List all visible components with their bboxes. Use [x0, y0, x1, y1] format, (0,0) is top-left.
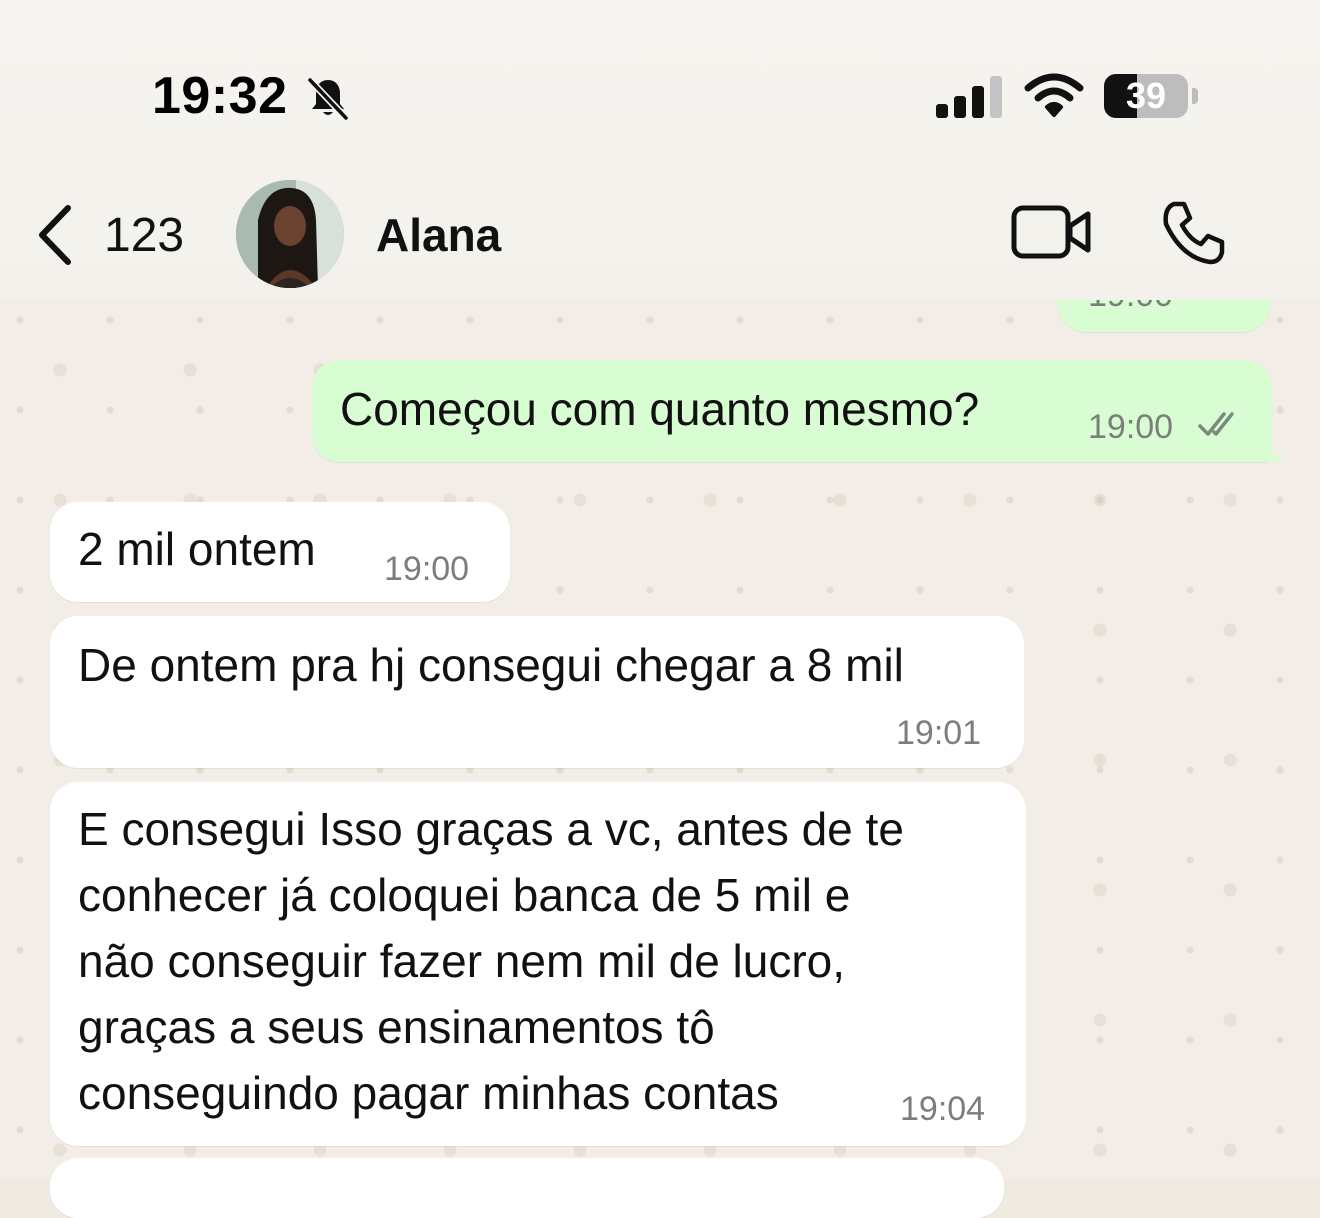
cellular-signal-icon [936, 76, 1002, 118]
battery-icon: 39 [1104, 74, 1198, 120]
message-bubble-outgoing[interactable]: Começou com quanto mesmo? 19:00 [312, 360, 1272, 462]
battery-level: 39 [1125, 75, 1167, 116]
double-check-read-icon [1198, 412, 1234, 436]
message-text: Começou com quanto mesmo? [340, 383, 980, 435]
message-bubble-incoming[interactable]: De ontem pra hj consegui chegar a 8 mil … [50, 616, 1024, 768]
status-bar-time: 19:32 [152, 67, 288, 125]
message-text: De ontem pra hj consegui chegar a 8 mil [78, 639, 904, 691]
phone-icon[interactable] [1160, 200, 1226, 266]
wifi-icon [1024, 73, 1084, 117]
back-unread-count[interactable]: 123 [104, 208, 184, 263]
message-bubble-incoming-partial[interactable] [50, 1158, 1004, 1218]
message-time: 19:04 [900, 1090, 986, 1128]
bell-slash-icon [307, 77, 349, 121]
message-time: 19:00 [1088, 408, 1174, 446]
message-time: 19:00 [384, 550, 470, 588]
message-text: E consegui Isso graças a vc, antes de te… [78, 803, 904, 1119]
message-bubble-incoming[interactable]: E consegui Isso graças a vc, antes de te… [50, 782, 1026, 1146]
contact-avatar[interactable] [236, 180, 344, 288]
contact-name[interactable]: Alana [376, 208, 501, 262]
bubble-tail-outgoing [1256, 438, 1288, 462]
video-camera-icon[interactable] [1010, 204, 1092, 260]
chat-header [0, 0, 1320, 300]
message-bubble-incoming[interactable]: 2 mil ontem 19:00 [50, 502, 510, 602]
chevron-left-icon[interactable] [36, 204, 76, 266]
message-time: 19:01 [896, 714, 982, 752]
message-text: 2 mil ontem [78, 523, 316, 575]
